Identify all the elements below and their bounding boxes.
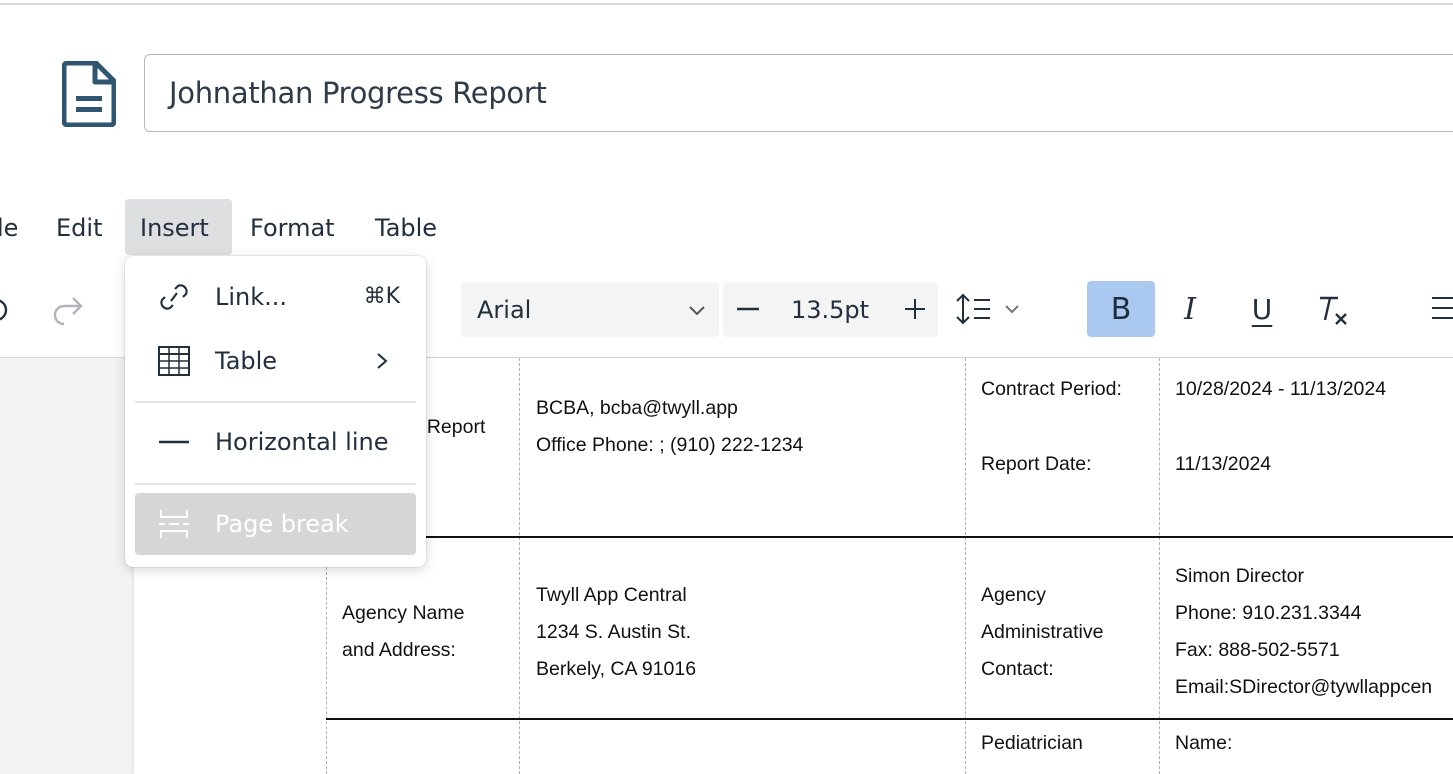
table-icon [157,345,191,377]
line-height-icon[interactable] [954,292,1026,326]
table-cell: Simon Director [1175,565,1304,587]
decrease-size-icon[interactable] [733,294,763,324]
font-family-select[interactable]: Arial [461,282,719,337]
document-icon [62,61,116,127]
menu-file[interactable]: le [0,199,33,255]
menu-separator [135,401,416,403]
table-border [965,358,966,774]
menu-table[interactable]: Table [360,199,452,255]
font-family-value: Arial [477,295,532,324]
table-cell: 1234 S. Austin St. [536,621,692,643]
horizontal-line-icon [157,426,191,458]
underline-icon: U [1251,292,1273,326]
redo-icon[interactable] [52,294,84,326]
table-cell: 11/13/2024 [1175,453,1272,475]
table-cell: f Report [416,416,486,438]
document-title-text: Johnathan Progress Report [169,76,547,110]
font-size-stepper: 13.5pt [723,282,938,337]
chevron-right-icon [377,353,388,369]
table-cell: Contract Period: [981,378,1122,400]
document-title-input[interactable]: Johnathan Progress Report [144,54,1453,132]
menu-item-table-label: Table [215,347,278,375]
italic-icon: I [1184,291,1196,327]
page-break-icon [157,508,191,540]
table-cell: and Address: [342,639,456,661]
table-row-border [326,718,1453,720]
increase-size-icon[interactable] [900,294,930,324]
table-cell: Administrative [981,621,1104,643]
shortcut-label: ⌘K [363,284,400,309]
table-border [1159,358,1160,774]
table-cell: Agency Name [342,602,465,624]
menu-item-link-label: Link... [215,283,288,311]
menu-item-link[interactable]: Link... ⌘K [135,266,416,328]
font-size-value[interactable]: 13.5pt [785,282,875,337]
table-cell: Office Phone: ; (910) 222-1234 [536,434,804,456]
insert-menu-dropdown: Link... ⌘K Table Horizontal line Page br… [125,256,426,567]
menu-edit[interactable]: Edit [41,199,117,255]
table-cell: Phone: 910.231.3344 [1175,602,1362,624]
top-border [0,3,1453,5]
menu-item-table[interactable]: Table [135,330,416,392]
table-cell: Fax: 888-502-5571 [1175,639,1340,661]
menu-insert[interactable]: Insert [125,199,232,255]
table-cell: Name: [1175,732,1233,754]
bold-icon: B [1110,291,1132,327]
underline-button[interactable]: U [1242,288,1282,330]
chevron-down-icon [689,306,705,316]
table-border [519,358,520,774]
table-cell: Twyll App Central [536,584,687,606]
italic-button[interactable]: I [1170,288,1210,330]
menu-item-page-break[interactable]: Page break [135,493,416,555]
clear-formatting-icon[interactable] [1312,290,1352,330]
menu-item-page-break-label: Page break [215,510,349,538]
menu-separator [135,483,416,485]
table-cell: Email:SDirector@tywllappcen [1175,676,1433,698]
table-cell: Agency [981,584,1047,606]
table-row-border [326,536,1453,538]
bold-button[interactable]: B [1087,281,1155,337]
table-cell: BCBA, bcba@twyll.app [536,397,738,419]
table-cell: Report Date: [981,453,1092,475]
link-icon [157,281,191,313]
undo-icon[interactable] [0,292,14,326]
table-cell: Berkely, CA 91016 [536,658,697,680]
align-icon[interactable] [1430,294,1453,324]
menu-format[interactable]: Format [235,199,350,255]
table-cell: Contact: [981,658,1054,680]
menu-item-horizontal-line[interactable]: Horizontal line [135,411,416,473]
menu-item-horizontal-line-label: Horizontal line [215,428,389,456]
table-cell: Pediatrician [981,732,1083,754]
table-cell: 10/28/2024 - 11/13/2024 [1175,378,1387,400]
